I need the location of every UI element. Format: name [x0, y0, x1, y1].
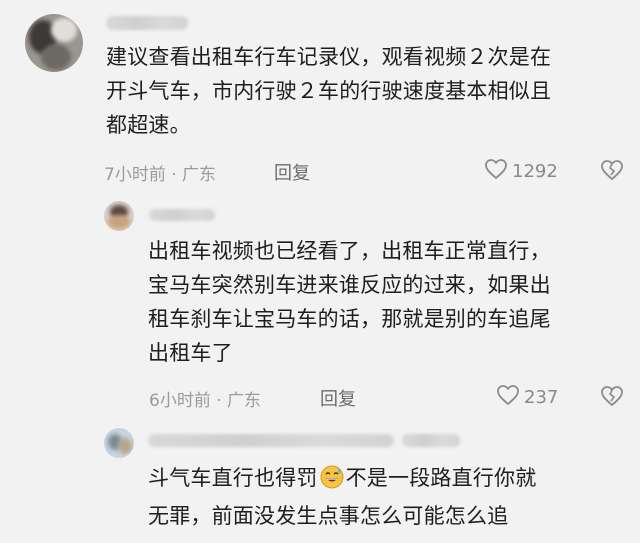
comment-time-location: 6小时前 · 广东	[149, 391, 262, 411]
sweat-smile-emoji	[320, 465, 344, 499]
broken-heart-outline-icon	[600, 386, 624, 411]
comment-text-line: 开斗气车，市内行驶２车的行驶速度基本相似且	[106, 79, 552, 103]
avatar[interactable]	[25, 14, 83, 72]
comment-text: 出租车视频也已经看了，出租车正常直行， 宝马车突然别车进来谁反应的过来，如果出 …	[148, 234, 628, 370]
comment-text-line: 宝马车突然别车进来谁反应的过来，如果出	[148, 273, 551, 297]
comment-text-line: 斗气车直行也得罚 不是一段路直行你就	[148, 461, 628, 499]
comment-text-line: 无罪，前面没发生点事怎么可能怎么追	[148, 504, 509, 528]
username-blurred[interactable]	[148, 434, 394, 447]
avatar[interactable]	[104, 201, 134, 231]
comment-text: 建议查看出租车行车记录仪，观看视频２次是在 开斗气车，市内行驶２车的行驶速度基本…	[106, 40, 626, 142]
reply-button[interactable]: 回复	[320, 385, 356, 411]
comment-text: 斗气车直行也得罚 不是一段路直行你就 无罪，前面没发生点事怎么可能怎么追	[148, 461, 628, 533]
heart-outline-icon	[496, 384, 524, 411]
broken-heart-outline-icon	[600, 160, 624, 185]
username-blurred[interactable]	[106, 16, 188, 30]
comment-text-segment: 不是一段路直行你就	[345, 466, 537, 490]
comment-text-line: 租车刹车让宝马车的话，那就是别的车追尾	[148, 307, 551, 331]
comment-text-segment: 斗气车直行也得罚	[148, 466, 318, 490]
comment-text-line: 出租车视频也已经看了，出租车正常直行，	[148, 239, 551, 263]
avatar[interactable]	[104, 428, 134, 458]
tag-blurred	[402, 434, 460, 447]
like-button[interactable]: 237	[496, 384, 558, 411]
comment-text-line: 都超速。	[106, 113, 191, 137]
username-blurred[interactable]	[149, 209, 215, 221]
reply-button[interactable]: 回复	[274, 159, 310, 185]
like-count: 1292	[512, 161, 558, 182]
dislike-button[interactable]	[600, 159, 624, 185]
like-count: 237	[524, 387, 559, 408]
heart-outline-icon	[484, 158, 512, 185]
like-button[interactable]: 1292	[484, 158, 558, 185]
comment-text-line: 出租车了	[148, 341, 233, 365]
comment-text-line: 建议查看出租车行车记录仪，观看视频２次是在	[106, 45, 552, 69]
dislike-button[interactable]	[600, 385, 624, 411]
comment-time-location: 7小时前 · 广东	[104, 165, 217, 185]
